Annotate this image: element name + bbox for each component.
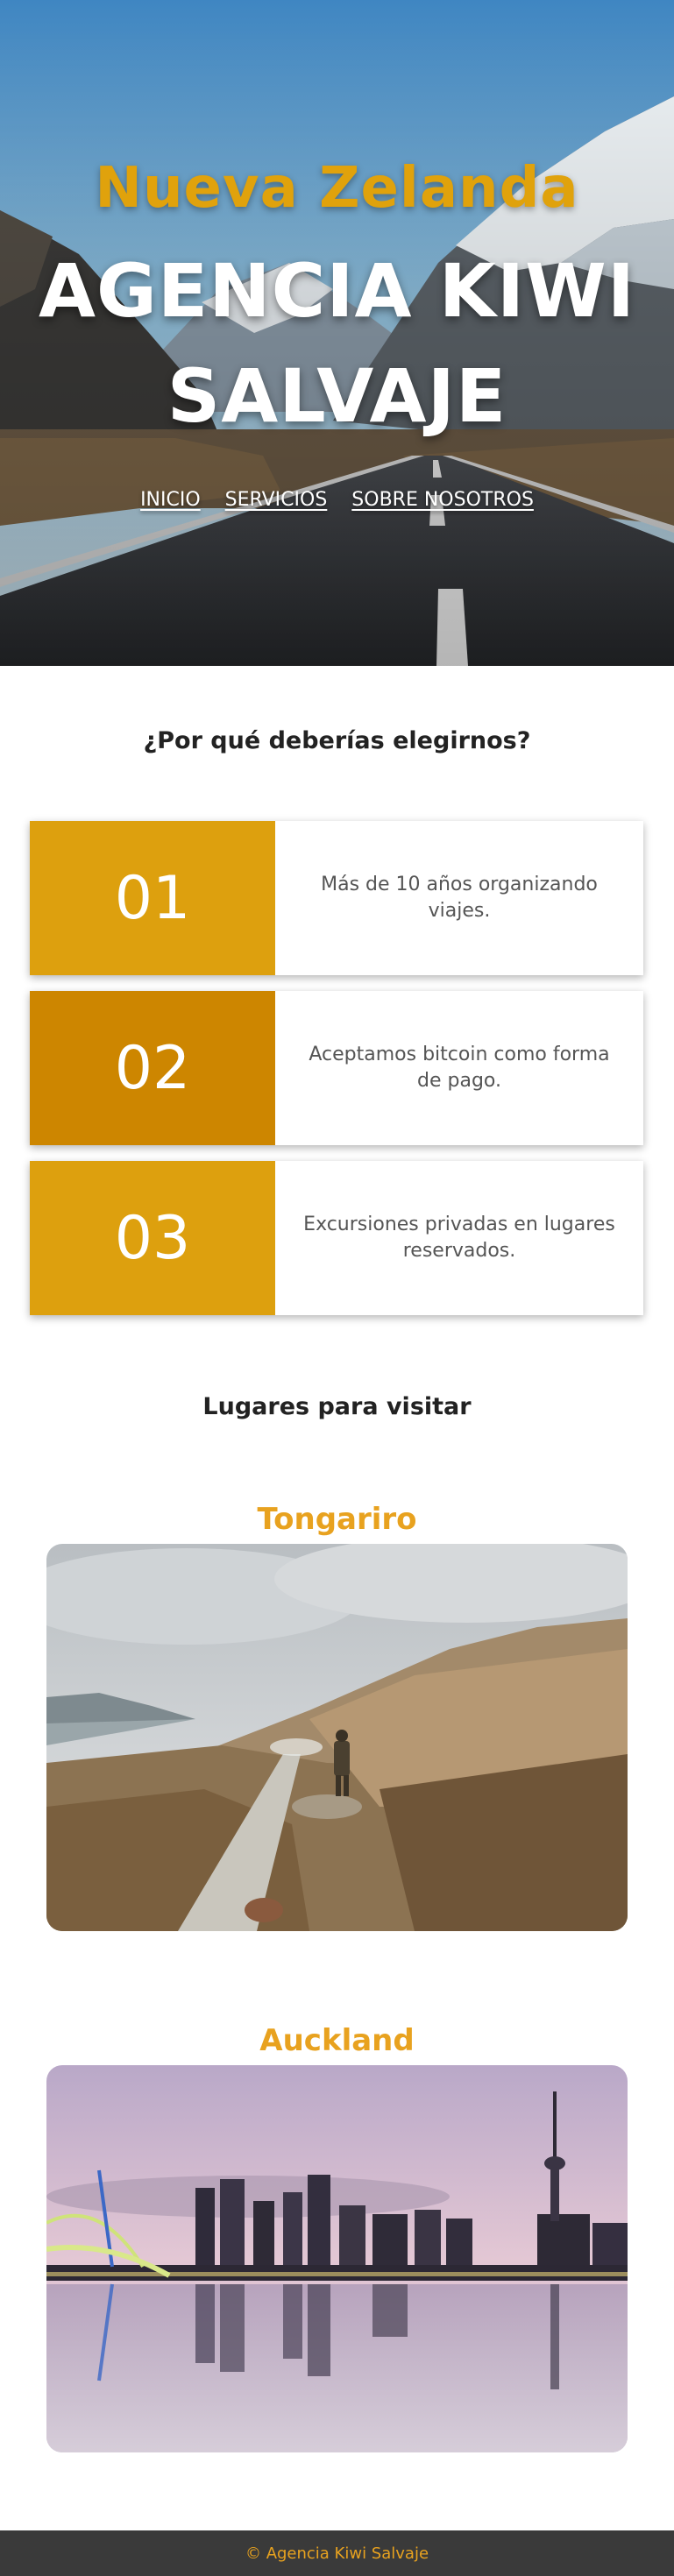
reason-card: 03 Excursiones privadas en lugares reser… [30, 1161, 643, 1315]
main-nav: INICIO SERVICIOS SOBRE NOSOTROS [0, 489, 674, 511]
reason-text: Más de 10 años organizando viajes. [321, 874, 598, 922]
hero-title-line-1: AGENCIA KIWI [38, 248, 636, 334]
footer-copyright: © Agencia Kiwi Salvaje [245, 2544, 429, 2563]
footer: © Agencia Kiwi Salvaje [0, 2530, 674, 2576]
reason-number: 03 [30, 1161, 275, 1315]
reason-text: Aceptamos bitcoin como forma de pago. [309, 1044, 610, 1092]
hero-section: Nueva Zelanda AGENCIA KIWI SALVAJE INICI… [0, 0, 674, 666]
nav-link-inicio[interactable]: INICIO [140, 489, 201, 511]
nav-link-servicios[interactable]: SERVICIOS [225, 489, 328, 511]
reason-number: 02 [30, 991, 275, 1145]
mountain-trail-photo-icon [46, 1544, 628, 1931]
place-title-auckland: Auckland [259, 2023, 415, 2058]
place-title-tongariro: Tongariro [257, 1502, 417, 1537]
nav-link-sobre-nosotros[interactable]: SOBRE NOSOTROS [351, 489, 534, 511]
reason-number: 01 [30, 821, 275, 975]
hero-subtitle: Nueva Zelanda [95, 156, 579, 221]
reason-text: Excursiones privadas en lugares reservad… [303, 1214, 615, 1262]
place-image-auckland [46, 2065, 628, 2452]
reason-card: 02 Aceptamos bitcoin como forma de pago. [30, 991, 643, 1145]
reason-card: 01 Más de 10 años organizando viajes. [30, 821, 643, 975]
place-image-tongariro [46, 1544, 628, 1931]
why-heading: ¿Por qué deberías elegirnos? [143, 727, 531, 754]
hero-title-line-2: SALVAJE [167, 353, 507, 439]
places-heading: Lugares para visitar [202, 1393, 472, 1420]
city-skyline-photo-icon [46, 2065, 628, 2452]
hero-title: AGENCIA KIWI SALVAJE [0, 238, 674, 449]
